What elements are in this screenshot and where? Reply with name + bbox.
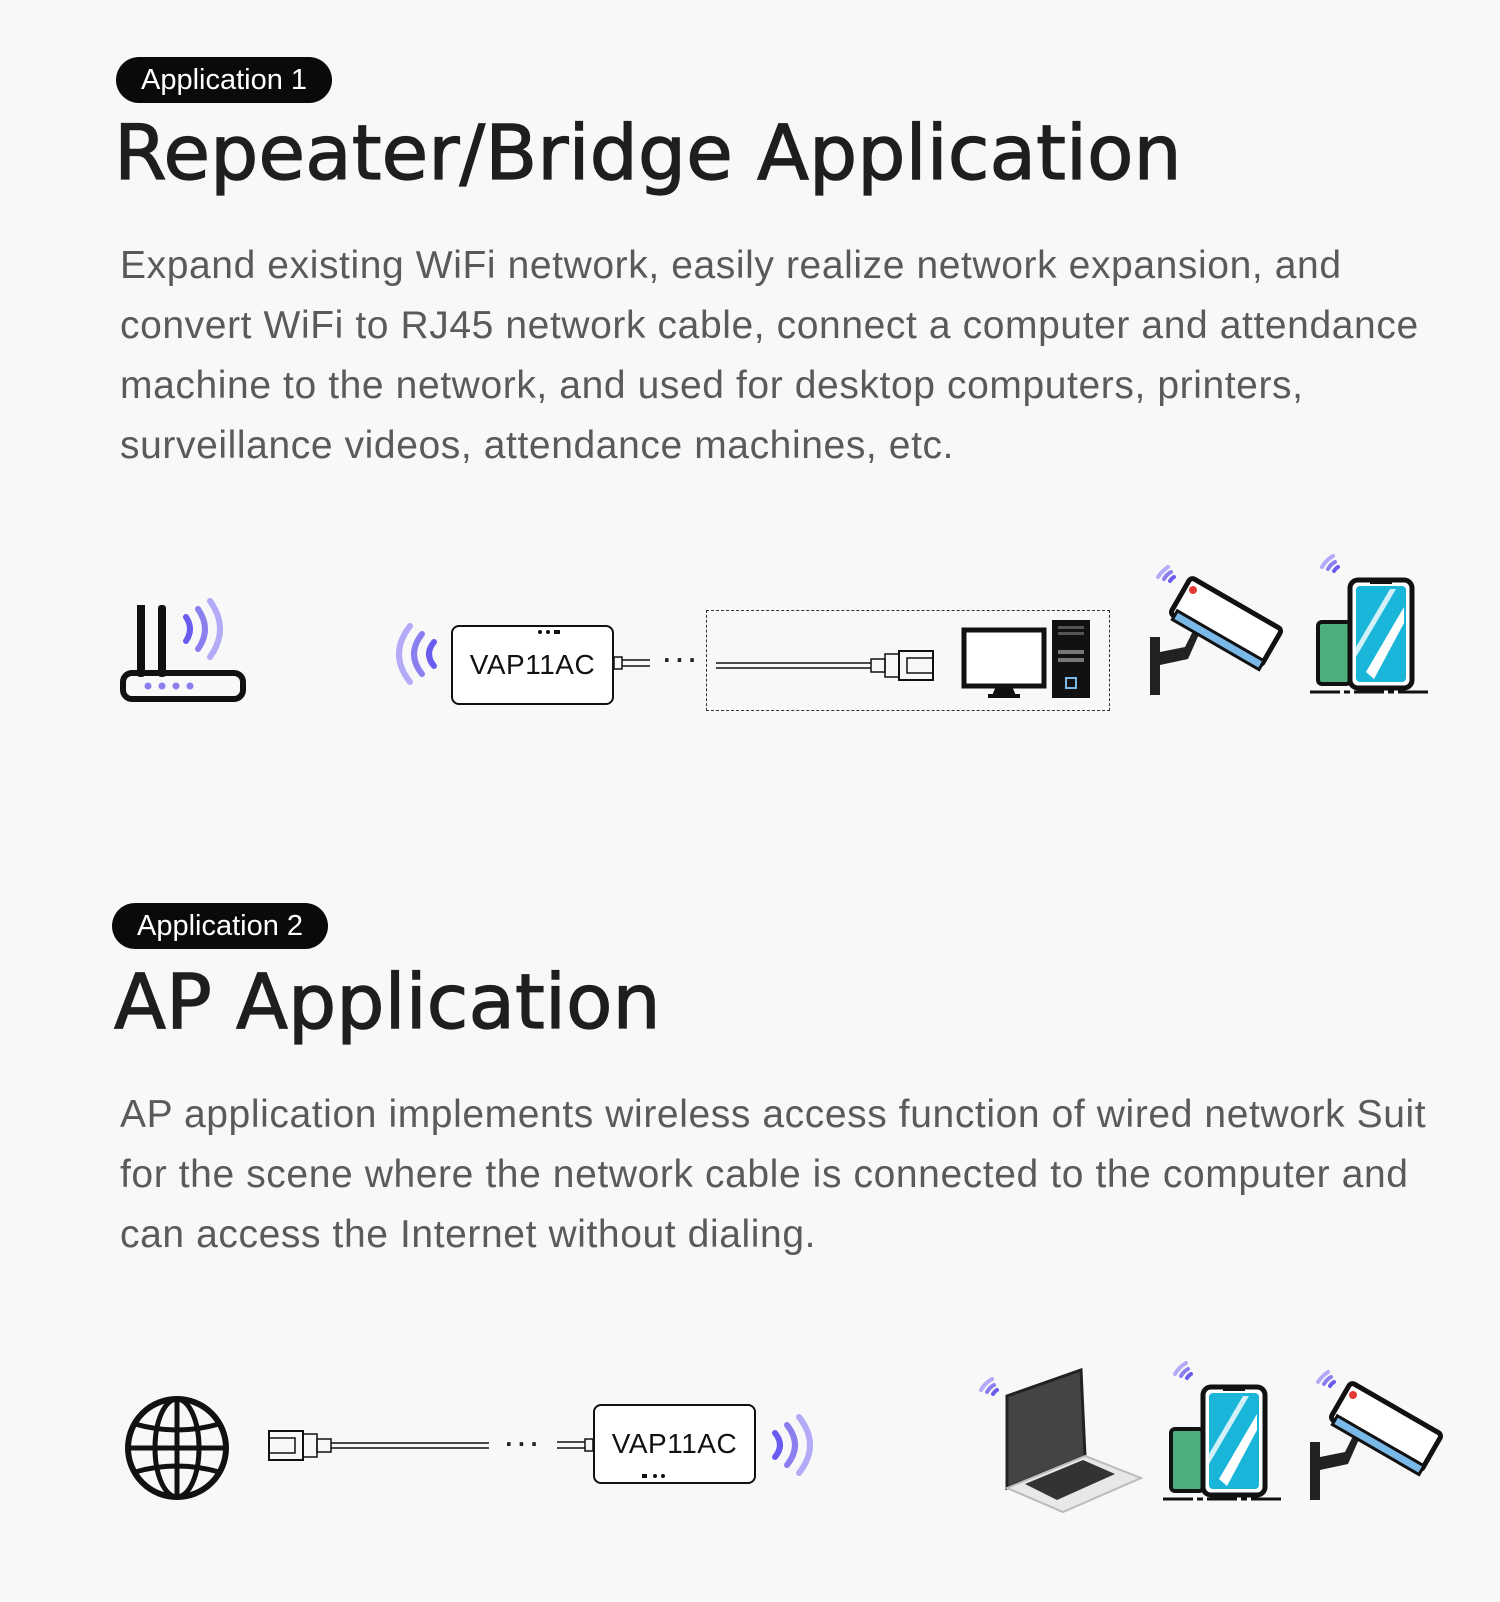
smartphone-icon <box>1310 554 1430 694</box>
security-camera-icon <box>1150 565 1283 695</box>
device-leds-icon <box>642 1474 665 1478</box>
section-1-title: Repeater/Bridge Application <box>113 107 1182 197</box>
device-label: VAP11AC <box>469 649 596 680</box>
smartphone-icon <box>1163 1361 1283 1501</box>
ethernet-plug-icon <box>557 1438 594 1452</box>
application-2-badge: Application 2 <box>112 903 329 949</box>
section-2-description: AP application implements wireless acces… <box>120 1093 1427 1256</box>
device-leds-icon <box>538 630 560 634</box>
globe-icon <box>125 1396 229 1500</box>
application-1-badge: Application 1 <box>116 57 333 103</box>
security-camera-icon <box>1310 1370 1443 1500</box>
router-icon <box>120 598 246 702</box>
connector-dots: ··· <box>663 648 701 672</box>
wifi-signal-icon <box>396 623 437 685</box>
wifi-signal-icon <box>772 1414 813 1476</box>
section-1-description: Expand existing WiFi network, easily rea… <box>120 244 1419 467</box>
laptop-icon <box>979 1367 1144 1514</box>
vap11ac-device: VAP11AC <box>593 1404 756 1484</box>
ethernet-cable-icon <box>268 1430 489 1461</box>
desktop-computer-icon <box>961 620 1090 698</box>
ethernet-cable-icon <box>716 650 934 681</box>
vap11ac-device: VAP11AC <box>451 625 614 705</box>
section-2-title: AP Application <box>113 956 661 1046</box>
ethernet-plug-icon <box>613 656 650 670</box>
device-label: VAP11AC <box>611 1428 738 1459</box>
connector-dots: ··· <box>505 1432 543 1456</box>
